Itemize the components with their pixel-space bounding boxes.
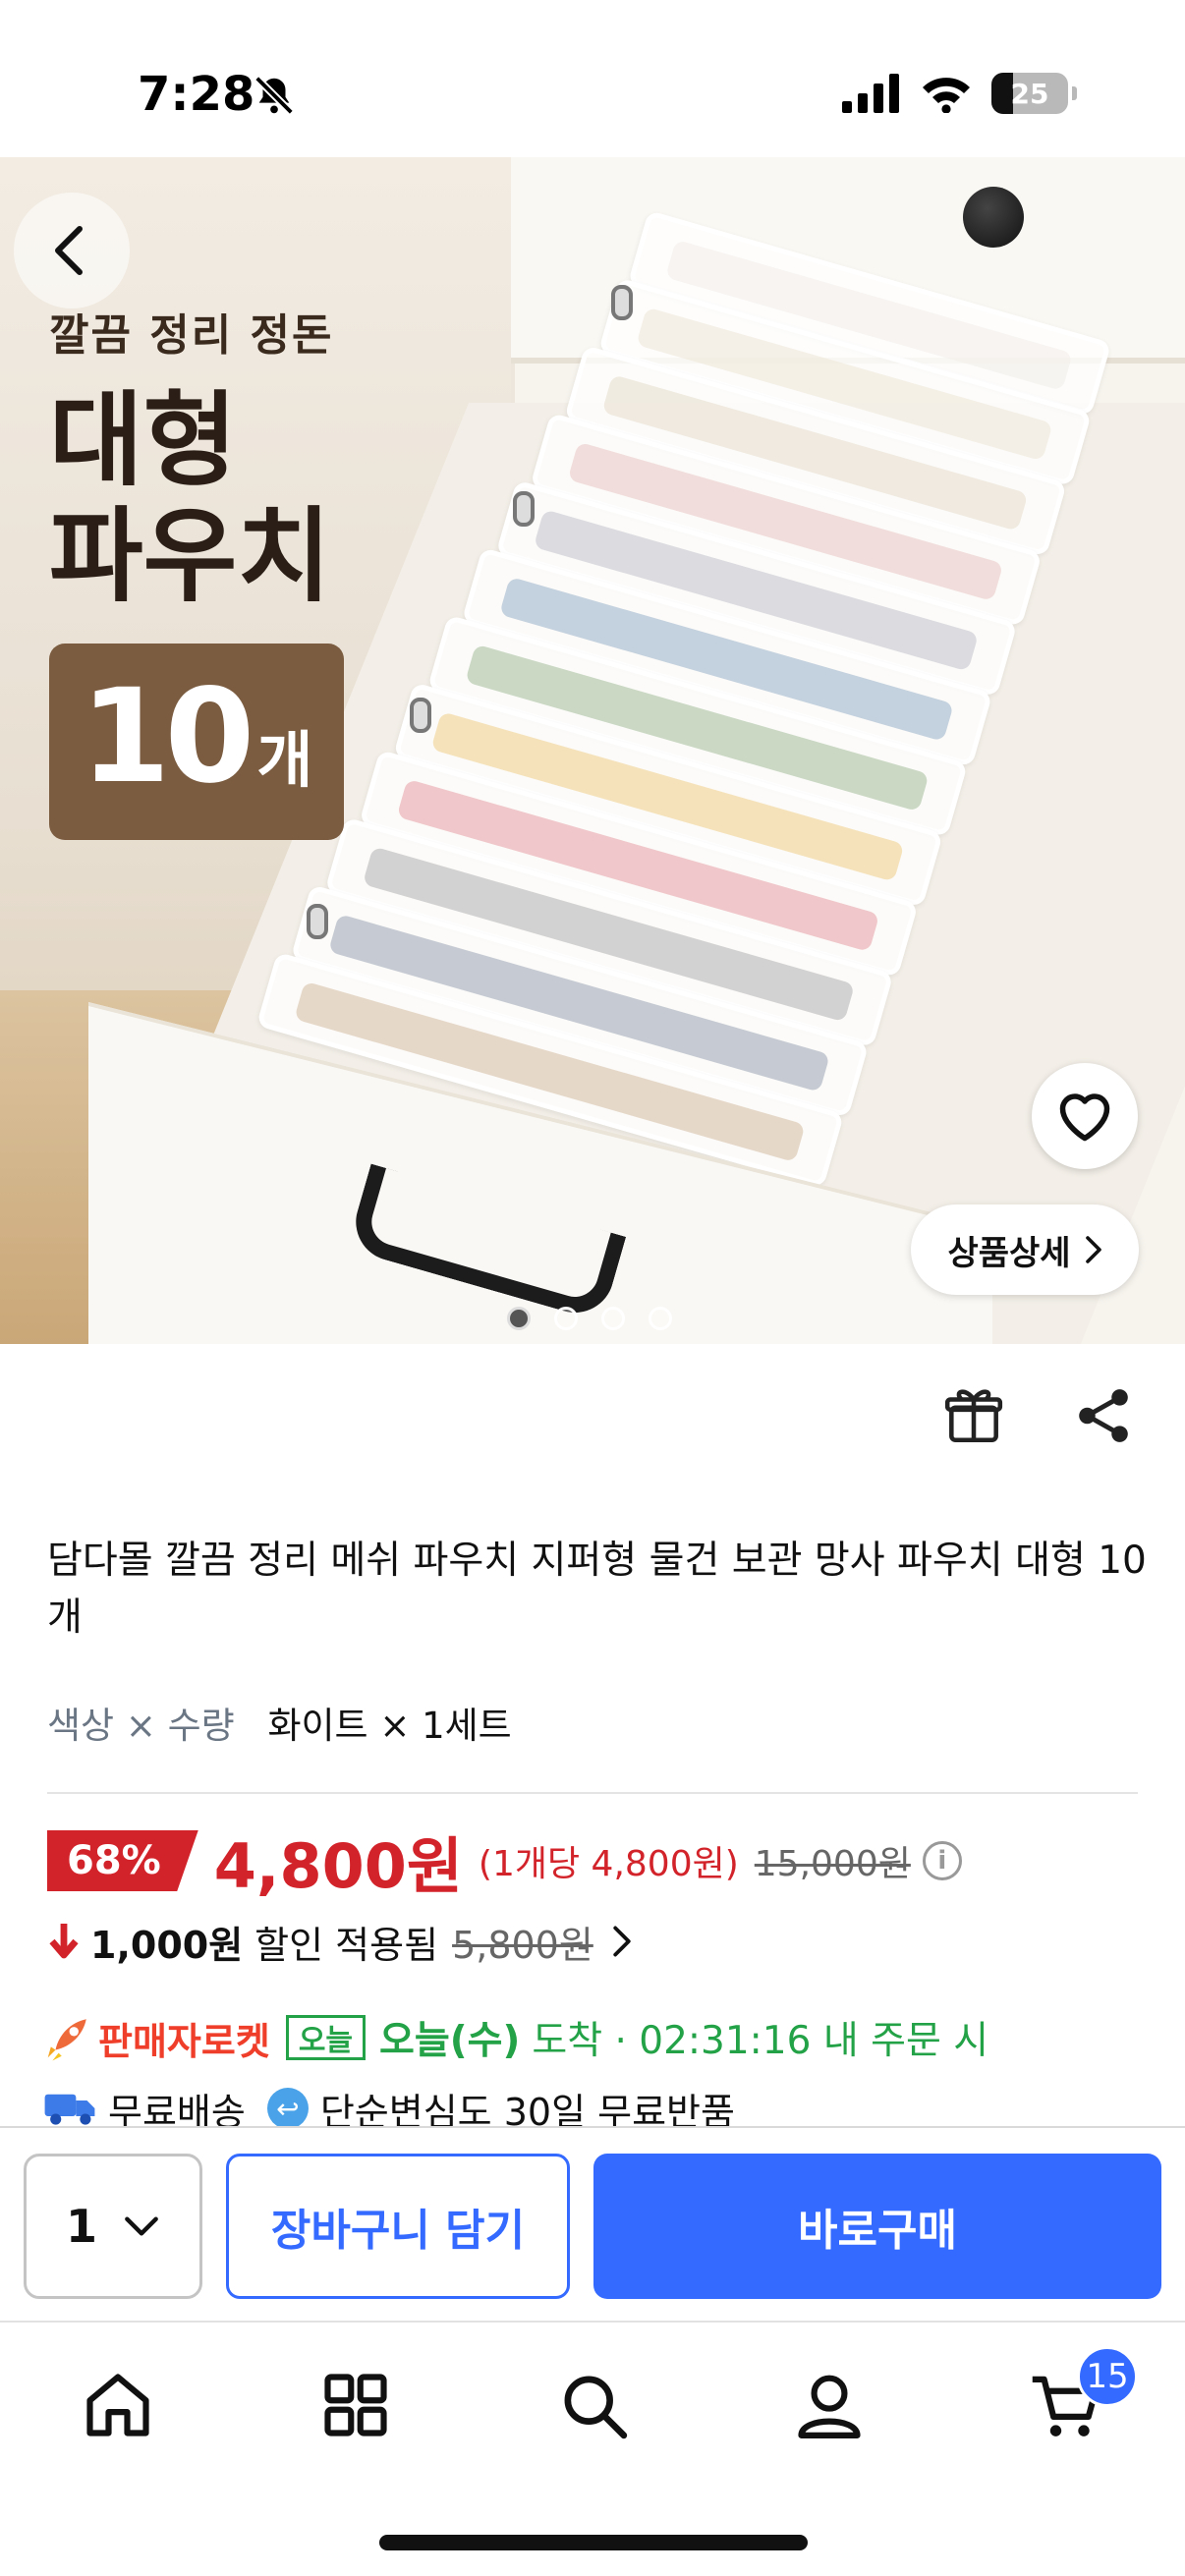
promo-count-badge: 10 개 (49, 644, 344, 840)
back-icon (55, 226, 83, 275)
status-time: 7:28 (138, 67, 255, 122)
promo-title-line2: 파우치 (49, 496, 332, 616)
return-icon: ↩ (266, 2088, 309, 2129)
heart-icon (1059, 1093, 1110, 1142)
chevron-right-icon (1085, 1236, 1101, 1263)
quantity-value: 1 (65, 2200, 97, 2253)
option-label: 색상 × 수량 (47, 1705, 235, 1747)
coupon-row[interactable]: 1,000원 할인 적용됨 5,800원 (47, 1912, 633, 1971)
arrival-date: 오늘(수) (379, 2019, 521, 2063)
promo-subtitle: 깔끔 정리 정돈 (49, 310, 334, 361)
promo-overlay: 깔끔 정리 정돈 대형 파우치 10 개 (49, 300, 344, 840)
home-indicator[interactable] (379, 2535, 808, 2550)
home-icon[interactable] (81, 2368, 155, 2442)
product-detail-label: 상품상세 (947, 1233, 1071, 1273)
buy-now-button[interactable]: 바로구매 (593, 2154, 1161, 2299)
discount-badge: 68% (47, 1830, 198, 1891)
option-value: 화이트 × 1세트 (267, 1705, 512, 1747)
carousel-dot[interactable] (507, 1307, 531, 1330)
cart-count-badge: 15 (1077, 2346, 1138, 2407)
purchase-bar: 1 장바구니 담기 바로구매 (0, 2126, 1185, 2323)
battery-icon: 25 (991, 73, 1068, 114)
carousel-dot[interactable] (601, 1307, 625, 1330)
coupon-text: 할인 적용됨 (254, 1923, 439, 1967)
share-icon[interactable] (1073, 1385, 1134, 1446)
gift-icon[interactable] (941, 1383, 1006, 1448)
quantity-select[interactable]: 1 (24, 2154, 202, 2299)
drawer-knob (963, 187, 1024, 248)
carousel-dot[interactable] (554, 1307, 578, 1330)
delivery-row: 판매자로켓 오늘 오늘(수) 도착 · 02:31:16 내 주문 시 (43, 2008, 988, 2067)
category-icon[interactable] (318, 2368, 393, 2442)
product-detail-button[interactable]: 상품상세 (911, 1204, 1139, 1295)
status-bar: 7:28 25 (0, 0, 1185, 157)
add-to-cart-button[interactable]: 장바구니 담기 (226, 2154, 570, 2299)
product-image-carousel[interactable]: 깔끔 정리 정돈 대형 파우치 10 개 (0, 157, 1185, 1344)
rocket-icon (47, 2019, 86, 2061)
arrival-text: 도착 · 02:31:16 내 주문 시 (532, 2019, 989, 2063)
chevron-right-icon (613, 1926, 631, 1957)
truck-icon (44, 2094, 95, 2125)
selected-option[interactable]: 색상 × 수량 화이트 × 1세트 (47, 1696, 512, 1749)
wifi-icon (923, 78, 970, 113)
product-title: 담다몰 깔끔 정리 메쉬 파우치 지퍼형 물건 보관 망사 파우치 대형 10개 (47, 1539, 1147, 1640)
coupon-amount: 1,000원 (90, 1923, 244, 1967)
signal-icon (842, 74, 899, 113)
promo-count: 10 (80, 661, 255, 812)
info-icon[interactable]: i (922, 1841, 962, 1880)
user-icon[interactable] (792, 2368, 867, 2442)
search-icon[interactable] (556, 2368, 631, 2442)
divider (47, 1792, 1138, 1794)
battery-level: 25 (1010, 77, 1049, 110)
back-button[interactable] (14, 193, 130, 308)
promo-title-line1: 대형 (49, 380, 238, 500)
sale-price: 4,800원 (213, 1830, 463, 1902)
bell-off-icon (254, 76, 294, 115)
seller-rocket-label: 판매자로켓 (98, 2019, 270, 2063)
today-badge: 오늘 (285, 2015, 367, 2060)
unit-price: (1개당 4,800원) (478, 1844, 739, 1884)
promo-count-unit: 개 (256, 724, 313, 796)
arrow-down-icon (49, 1924, 79, 1959)
coupon-original-price: 5,800원 (452, 1923, 593, 1967)
carousel-dot[interactable] (649, 1307, 672, 1330)
wishlist-button[interactable] (1032, 1063, 1138, 1169)
original-price: 15,000원 (754, 1844, 911, 1884)
carousel-indicator (507, 1307, 672, 1330)
price-row: 68% 4,800원 (1개당 4,800원) 15,000원 i (47, 1823, 962, 1902)
chevron-down-icon (125, 2216, 158, 2236)
